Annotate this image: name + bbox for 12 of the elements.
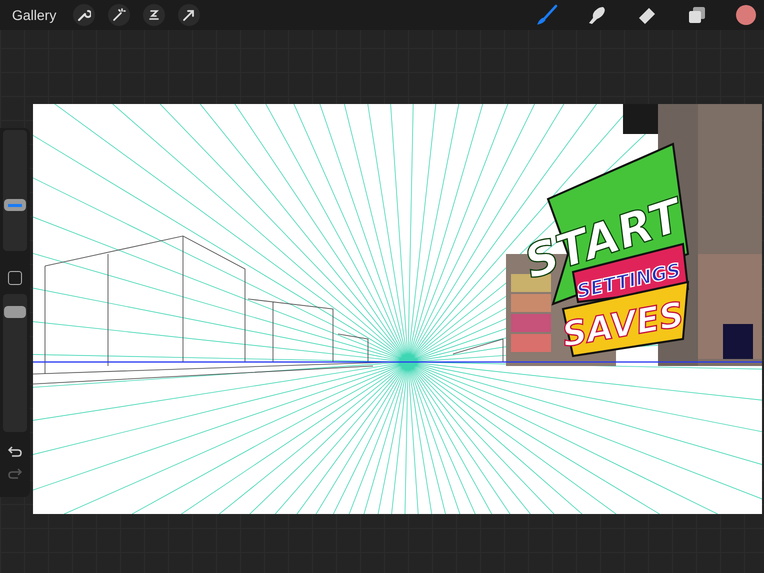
brush-size-slider[interactable] — [3, 130, 27, 251]
slider-thumb[interactable] — [4, 199, 26, 212]
color-swatch[interactable] — [736, 5, 756, 25]
brush-icon[interactable] — [536, 4, 558, 26]
undo-icon[interactable] — [8, 446, 22, 458]
layers-icon[interactable] — [686, 4, 708, 26]
gallery-button[interactable]: Gallery — [8, 5, 60, 25]
slider-thumb[interactable] — [4, 306, 26, 318]
opacity-slider[interactable] — [3, 294, 27, 432]
modify-button[interactable] — [8, 271, 22, 285]
selection-icon[interactable] — [143, 4, 166, 26]
magic-wand-icon[interactable] — [108, 4, 130, 26]
